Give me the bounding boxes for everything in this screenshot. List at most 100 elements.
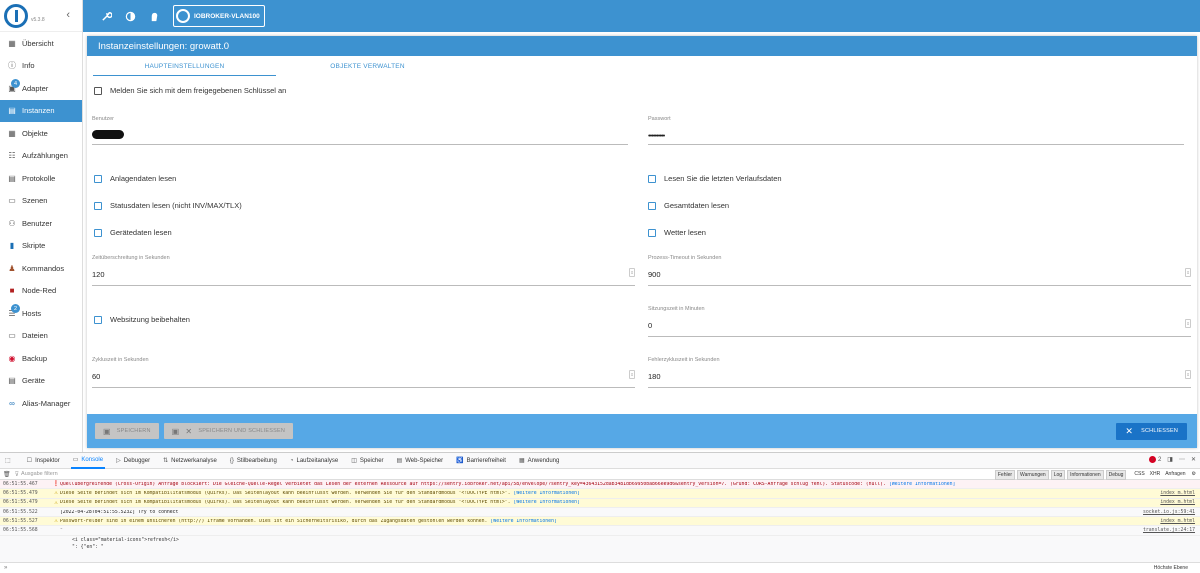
sidebar-item-backup[interactable]: ◉ Backup xyxy=(0,347,82,370)
cycle-time-field[interactable]: Zykluszeit in Sekunden 60 ⇕ xyxy=(92,357,635,388)
tab-inspector[interactable]: ☐ Inspektor xyxy=(25,453,62,469)
save-button[interactable]: ▣ SPEICHERN xyxy=(95,423,159,439)
filter-warnings[interactable]: Warnungen xyxy=(1017,470,1049,480)
source-link[interactable]: index_m.html xyxy=(1160,519,1195,524)
tab-network[interactable]: ⇅ Netzwerkanalyse xyxy=(161,453,219,469)
save-and-close-button[interactable]: ▣ ✕ SPEICHERN UND SCHLIESSEN xyxy=(163,423,294,439)
session-time-field[interactable]: Sitzungszeit in Minuten 0 ⇕ xyxy=(648,306,1191,337)
console-input[interactable]: » Höchste Ebene xyxy=(0,562,1200,573)
share-key-checkbox[interactable]: Melden Sie sich mit dem freigegebenen Sc… xyxy=(94,86,286,95)
checkbox-keep-session[interactable]: Websitzung beibehalten xyxy=(94,315,190,324)
sidebar-item-szenen[interactable]: ▭ Szenen xyxy=(0,190,82,213)
checkbox-status-data[interactable]: Statusdaten lesen (nicht INV/MAX/TLX) xyxy=(94,201,242,210)
wrench-icon[interactable] xyxy=(99,9,113,23)
more-info-link[interactable]: [Weitere Informationen] xyxy=(514,500,580,505)
filter-log[interactable]: Log xyxy=(1050,470,1066,480)
close-button[interactable]: ✕ SCHLIESSEN xyxy=(1116,422,1187,440)
error-cycle-field[interactable]: Fehlerzykluszeit in Sekunden 180 ⇕ xyxy=(648,357,1191,388)
sidebar-item-node-red[interactable]: ■ Node-Red xyxy=(0,280,82,303)
tab-application[interactable]: ▦ Anwendung xyxy=(517,453,561,469)
timestamp: 06:51:55.527 xyxy=(3,518,38,524)
spinner-control[interactable]: ⇕ xyxy=(1185,268,1191,277)
sidebar-item-label: Hosts xyxy=(22,308,42,318)
tab-accessibility[interactable]: ♿ Barrierefreiheit xyxy=(454,453,508,469)
checkbox-box[interactable] xyxy=(94,86,102,95)
password-field[interactable]: Passwort •••••••••• xyxy=(648,116,1184,145)
inspector-icon: ☐ xyxy=(26,458,33,464)
tab-debugger[interactable]: ▷ Debugger xyxy=(114,453,152,469)
filter-requests[interactable]: Anfragen xyxy=(1165,470,1185,480)
trash-icon[interactable]: 🗑 xyxy=(3,471,11,478)
sidebar-item-skripte[interactable]: ▮ Skripte xyxy=(0,235,82,258)
sidebar-item-kommandos[interactable]: ♟ Kommandos xyxy=(0,257,82,280)
sidebar-item-adapter[interactable]: ▣ Adapter 4 xyxy=(0,77,82,100)
checkbox-box[interactable] xyxy=(94,228,102,237)
filter-info[interactable]: Informationen xyxy=(1067,470,1104,480)
checkbox-device-data[interactable]: Gerätedaten lesen xyxy=(94,228,172,237)
filter-xhr[interactable]: XHR xyxy=(1150,470,1161,480)
sidebar-item-objekte[interactable]: ▦ Objekte xyxy=(0,122,82,145)
username-field[interactable]: Benutzer xyxy=(92,116,628,145)
expert-mode-icon[interactable] xyxy=(147,9,161,23)
source-link[interactable]: index_m.html xyxy=(1160,491,1195,496)
checkbox-label: Melden Sie sich mit dem freigegebenen Sc… xyxy=(110,86,287,95)
spinner-control[interactable]: ⇕ xyxy=(1185,370,1191,379)
source-link[interactable]: index_m.html xyxy=(1160,500,1195,505)
more-info-link[interactable]: [Weitere Informationen] xyxy=(889,482,955,487)
checkbox-box[interactable] xyxy=(648,174,656,183)
tab-label: Anwendung xyxy=(527,457,560,464)
process-timeout-field[interactable]: Prozess-Timeout in Sekunden 900 ⇕ xyxy=(648,255,1191,286)
sidebar-item-dateien[interactable]: ▭ Dateien xyxy=(0,325,82,348)
pick-element-icon[interactable]: ⬚ xyxy=(3,453,16,469)
checkbox-weather[interactable]: Wetter lesen xyxy=(648,228,706,237)
spinner-control[interactable]: ⇕ xyxy=(629,370,635,379)
sidebar-item-aufzählungen[interactable]: ☷ Aufzählungen xyxy=(0,145,82,168)
tab-label: Speicher xyxy=(359,457,384,464)
sidebar-item-benutzer[interactable]: ⚇ Benutzer xyxy=(0,212,82,235)
console-settings-icon[interactable]: ⚙ xyxy=(1192,470,1196,480)
sidebar-item-alias-manager[interactable]: ∞ Alias-Manager xyxy=(0,392,82,415)
tab-storage[interactable]: ▤ Web-Speicher xyxy=(395,453,446,469)
checkbox-total-data[interactable]: Gesamtdaten lesen xyxy=(648,201,729,210)
sidebar-item-hosts[interactable]: ☰ Hosts 2 xyxy=(0,302,82,325)
iobroker-logo[interactable] xyxy=(4,3,28,28)
spinner-control[interactable]: ⇕ xyxy=(629,268,635,277)
overflow-menu-icon[interactable]: ⋯ xyxy=(1179,456,1185,463)
sidebar-item-info[interactable]: ⓘ Info xyxy=(0,55,82,78)
checkbox-box[interactable] xyxy=(648,201,656,210)
source-link[interactable]: socket.io.js:59:41 xyxy=(1143,510,1195,515)
checkbox-box[interactable] xyxy=(648,228,656,237)
checkbox-last-history[interactable]: Lesen Sie die letzten Verlaufsdaten xyxy=(648,174,782,183)
filter-debug[interactable]: Debug xyxy=(1105,470,1127,480)
sidebar-item-protokolle[interactable]: ▤ Protokolle xyxy=(0,167,82,190)
checkbox-box[interactable] xyxy=(94,174,102,183)
tab-style-editor[interactable]: {} Stilbearbeitung xyxy=(228,453,279,469)
checkbox-box[interactable] xyxy=(94,315,102,324)
sidebar-item-übersicht[interactable]: ▦ Übersicht xyxy=(0,32,82,55)
filter-input[interactable]: Ausgabe filtern xyxy=(21,471,58,477)
error-count-icon[interactable]: ! xyxy=(1148,456,1156,463)
close-devtools-icon[interactable]: ✕ xyxy=(1191,456,1196,463)
tab-manage-objects[interactable]: OBJEKTE VERWALTEN xyxy=(276,56,459,76)
tab-performance[interactable]: ◔ Laufzeitanalyse xyxy=(288,453,340,469)
collapse-sidebar-icon[interactable]: ‹ xyxy=(66,9,70,21)
filter-errors[interactable]: Fehler xyxy=(994,470,1016,480)
checkbox-box[interactable] xyxy=(94,201,102,210)
tab-main-settings[interactable]: HAUPTEINSTELLUNGEN xyxy=(93,56,276,76)
more-info-link[interactable]: [Weitere Informationen] xyxy=(490,519,556,524)
checkbox-plant-data[interactable]: Anlagendaten lesen xyxy=(94,174,176,183)
more-info-link[interactable]: [Weitere Informationen] xyxy=(514,491,580,496)
theme-toggle-icon[interactable] xyxy=(123,9,137,23)
source-link[interactable]: translate.js:24:17 xyxy=(1143,528,1195,533)
filter-css[interactable]: CSS xyxy=(1134,470,1144,480)
sidebar: v5.3.8 ‹ ▦ Übersicht ⓘ Info ▣ Adapter 4 ▤ Instan… xyxy=(0,0,83,452)
sidebar-item-geräte[interactable]: ▤ Geräte xyxy=(0,370,82,393)
spinner-control[interactable]: ⇕ xyxy=(1185,319,1191,328)
timeout-field[interactable]: Zeitüberschreitung in Sekunden 120 ⇕ xyxy=(92,255,635,286)
context-selector[interactable]: Höchste Ebene xyxy=(1154,565,1188,571)
tab-memory[interactable]: ◫ Speicher xyxy=(349,453,385,469)
tab-console[interactable]: ▭ Konsole xyxy=(70,453,106,469)
sidebar-item-instanzen[interactable]: ▤ Instanzen xyxy=(0,99,82,122)
dock-icon[interactable]: ◨ xyxy=(1167,456,1173,463)
host-selector[interactable]: IOBROKER-VLAN100 xyxy=(173,5,265,27)
